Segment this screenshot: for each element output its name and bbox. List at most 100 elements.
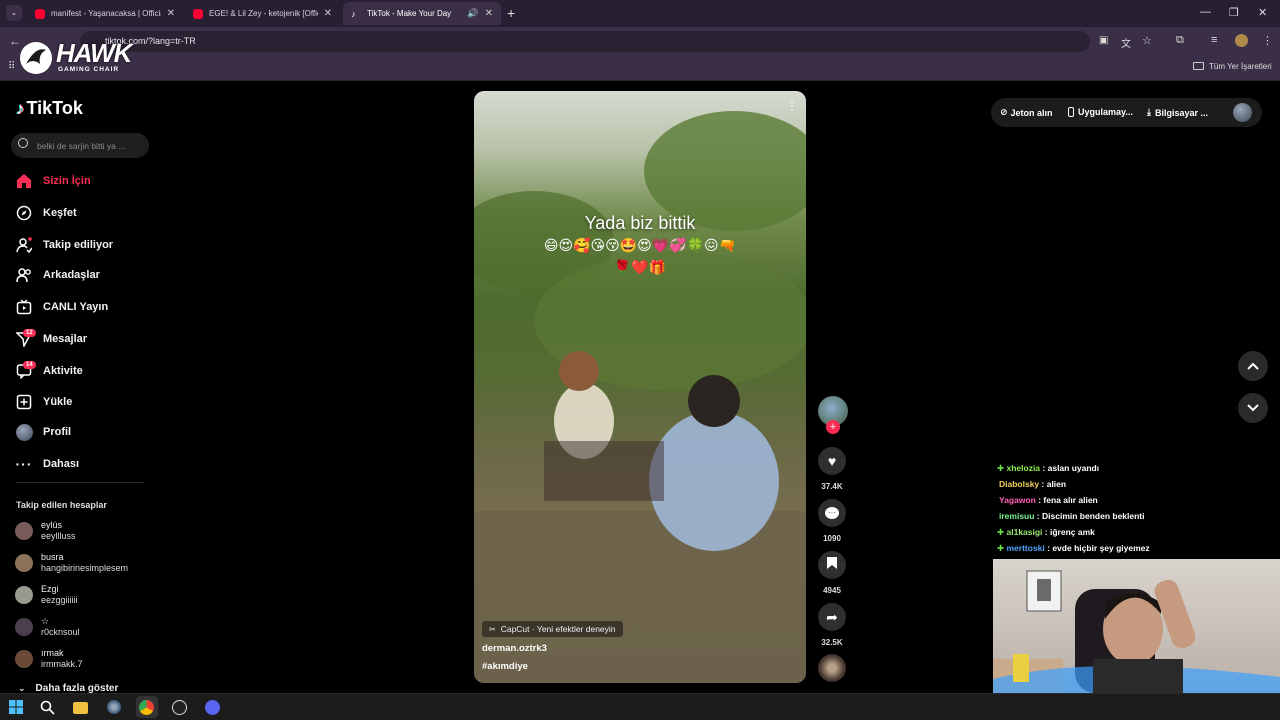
close-window-icon[interactable]: ✕	[1258, 6, 1267, 19]
more-options-icon[interactable]: ⋮	[786, 99, 798, 113]
obs-icon[interactable]	[172, 700, 188, 716]
minimize-icon[interactable]: —	[1200, 6, 1211, 18]
new-tab-button[interactable]: +	[507, 5, 515, 21]
following-account[interactable]: ırmak irmmakk.7	[15, 648, 83, 670]
comment-icon: ···	[825, 507, 839, 519]
nav-following[interactable]: Takip ediliyor	[15, 236, 113, 254]
following-icon	[15, 236, 33, 254]
tab-title: manifest - Yaşanacaksa | Officia	[51, 9, 161, 18]
cast-icon[interactable]: ▣	[1099, 35, 1108, 46]
nav-upload[interactable]: Yükle	[15, 393, 72, 411]
youtube-icon	[35, 8, 45, 19]
youtube-icon	[193, 8, 203, 19]
tab-list-chevron-icon[interactable]: ⌄	[6, 5, 22, 21]
tiktok-logo[interactable]: ♪ TikTok	[16, 98, 83, 119]
avatar	[15, 618, 33, 636]
following-account[interactable]: Ezgi eezggiiiiii	[15, 584, 78, 606]
apps-grid-icon[interactable]: ⠿	[8, 61, 15, 72]
video-hashtag[interactable]: #akımdiye	[482, 661, 528, 672]
account-username: eeyllluss	[41, 531, 76, 541]
chat-message: ✚ merttoski : evde hiçbir şey giyemez	[997, 543, 1150, 553]
nav-live[interactable]: CANLI Yayın	[15, 298, 108, 316]
share-icon: ➦	[826, 608, 838, 625]
nav-label: Sizin İçin	[43, 175, 91, 187]
all-bookmarks-link[interactable]: Tüm Yer İşaretleri	[1209, 62, 1272, 71]
music-disc[interactable]	[818, 654, 846, 682]
chrome-icon[interactable]	[139, 700, 155, 716]
chat-message: ✚ al1kasigi : iğrenç amk	[997, 527, 1095, 537]
following-account[interactable]: eylüs eeyllluss	[15, 520, 76, 542]
close-icon[interactable]: ✕	[324, 8, 332, 19]
url-field[interactable]	[80, 31, 1090, 52]
capcut-chip[interactable]: ✂ CapCut · Yeni efektler deneyin	[482, 621, 623, 637]
chevron-up-icon	[1247, 362, 1259, 370]
playlist-icon[interactable]: ≡	[1211, 34, 1217, 46]
heart-icon: ♥	[827, 453, 837, 469]
app-icon[interactable]	[107, 700, 123, 716]
coin-icon: ⊘	[1000, 107, 1008, 117]
live-icon	[15, 298, 33, 316]
account-username: r0cknsoul	[41, 627, 80, 637]
nav-more[interactable]: ··· Dahası	[15, 455, 80, 473]
tiktok-wordmark: TikTok	[26, 98, 83, 118]
restore-icon[interactable]: ❐	[1229, 6, 1239, 19]
nav-label: Aktivite	[43, 365, 83, 377]
discord-icon[interactable]	[205, 700, 221, 716]
desktop-app-button[interactable]: ⤓ Bilgisayar ...	[1147, 107, 1208, 118]
file-explorer-icon[interactable]	[73, 700, 89, 716]
user-avatar[interactable]	[1233, 103, 1252, 122]
nav-profile[interactable]: Profil	[15, 423, 71, 441]
translate-icon[interactable]: 文	[1121, 35, 1131, 50]
chat-user: merttoski	[1006, 543, 1045, 553]
close-icon[interactable]: ✕	[167, 8, 175, 19]
previous-video-button[interactable]	[1238, 351, 1268, 381]
coins-label: Jeton alın	[1010, 107, 1053, 118]
save-button[interactable]	[818, 551, 846, 579]
chat-message: Yagawon : fena alır alien	[999, 495, 1098, 505]
browser-tab[interactable]: manifest - Yaşanacaksa | Officia ✕	[27, 2, 183, 25]
video-author[interactable]: derman.oztrk3	[482, 643, 547, 654]
following-account[interactable]: busra hangibirinesimplesem	[15, 552, 128, 574]
audio-icon[interactable]: 🔊	[467, 8, 478, 19]
messages-badge: 12	[23, 329, 36, 337]
profile-avatar[interactable]	[1235, 34, 1248, 47]
nav-friends[interactable]: Arkadaşlar	[15, 266, 100, 284]
desktop-label: Bilgisayar ...	[1154, 107, 1209, 118]
comment-count: 1090	[823, 534, 841, 543]
star-icon[interactable]: ☆	[1142, 34, 1152, 47]
bookmark-icon	[827, 556, 837, 574]
save-count: 4945	[823, 586, 841, 595]
menu-icon[interactable]: ⋮	[1262, 34, 1273, 47]
close-icon[interactable]: ✕	[485, 8, 493, 19]
chat-text: iğrenç amk	[1049, 527, 1095, 537]
nav-label: Takip ediliyor	[43, 239, 114, 251]
video-player[interactable]: Yada biz bittik 😄😍🥰😘😚🤩😍💗💞🍀😖🔫 🌹❤️🎁 ⋮ ✂ Ca…	[474, 91, 806, 683]
nav-for-you[interactable]: Sizin İçin	[15, 172, 91, 190]
account-name: eylüs	[41, 520, 63, 530]
windows-taskbar	[0, 693, 1280, 720]
extensions-icon[interactable]: ⧉	[1176, 34, 1184, 47]
follow-plus-button[interactable]: +	[826, 420, 840, 434]
tiktok-app: ♪ TikTok belki de sarjin bitti ya ... Si…	[0, 81, 1280, 694]
following-account[interactable]: ☆ r0cknsoul	[15, 616, 80, 638]
windows-start-icon[interactable]	[9, 700, 25, 716]
nav-explore[interactable]: Keşfet	[15, 204, 77, 222]
chat-text: aslan uyandı	[1047, 463, 1100, 473]
comment-button[interactable]: ···	[818, 499, 846, 527]
search-input[interactable]: belki de sarjin bitti ya ...	[11, 133, 149, 158]
get-coins-button[interactable]: ⊘ Jeton alın	[1000, 107, 1053, 118]
tiktok-icon: ♪	[351, 8, 356, 19]
bookmarks-bar: ⠿ Tüm Yer İşaretleri	[0, 56, 1280, 81]
next-video-button[interactable]	[1238, 393, 1268, 423]
capcut-icon: ✂	[489, 624, 496, 634]
hawk-logo: HAWK GAMING CHAIR	[18, 38, 132, 78]
get-app-button[interactable]: Uygulamay...	[1068, 107, 1133, 117]
browser-tab-active[interactable]: ♪ TikTok - Make Your Day 🔊 ✕	[343, 2, 501, 25]
share-button[interactable]: ➦	[818, 603, 846, 631]
search-icon[interactable]	[40, 700, 56, 716]
nav-label: CANLI Yayın	[43, 301, 109, 313]
like-button[interactable]: ♥	[818, 447, 846, 475]
browser-tab[interactable]: EGE! & Lil Zey - ketojenik [Offici ✕	[185, 2, 340, 25]
phone-icon	[1068, 107, 1074, 117]
avatar	[15, 586, 33, 604]
